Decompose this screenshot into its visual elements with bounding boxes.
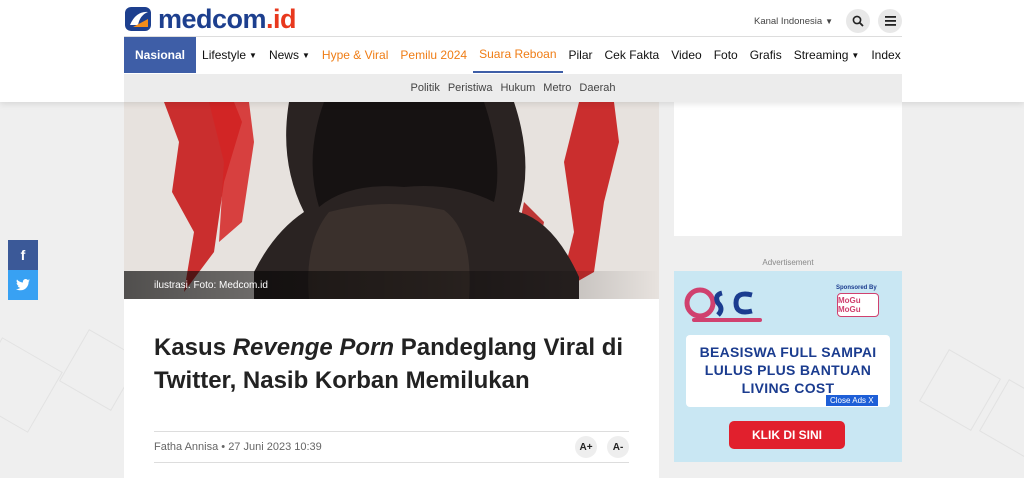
chevron-down-icon: ▼ bbox=[851, 50, 860, 60]
facebook-icon: f bbox=[20, 247, 26, 263]
nav-item-streaming[interactable]: Streaming ▼ bbox=[788, 37, 866, 73]
nav-item-cek-fakta[interactable]: Cek Fakta bbox=[599, 37, 666, 73]
search-button[interactable] bbox=[846, 9, 870, 33]
twitter-share-button[interactable] bbox=[8, 270, 38, 300]
ad-headline: BEASISWA FULL SAMPAI LULUS PLUS BANTUAN … bbox=[699, 344, 877, 396]
nav-item-video[interactable]: Video bbox=[665, 37, 707, 73]
sidebar-top-panel bbox=[674, 102, 902, 236]
nav-item-hype-viral[interactable]: Hype & Viral bbox=[316, 37, 394, 73]
hero-illustration bbox=[124, 102, 659, 299]
chevron-down-icon: ▼ bbox=[301, 50, 310, 60]
ad-sponsor-label: Sponsored By bbox=[836, 285, 877, 291]
nav-item-grafis[interactable]: Grafis bbox=[744, 37, 788, 73]
divider bbox=[154, 462, 629, 463]
menu-button[interactable] bbox=[878, 9, 902, 33]
subnav-item-daerah[interactable]: Daerah bbox=[575, 82, 619, 94]
article-meta: Fatha Annisa • 27 Juni 2023 10:39 bbox=[154, 441, 322, 453]
kanal-dropdown[interactable]: Kanal Indonesia ▼ bbox=[754, 16, 833, 27]
ad-banner[interactable]: Sponsored By MoGu MoGu BEASISWA FULL SAM… bbox=[674, 271, 902, 462]
logo-text: medcom.id bbox=[158, 3, 297, 34]
bg-hexagon bbox=[0, 337, 63, 433]
subnav-item-metro[interactable]: Metro bbox=[539, 82, 575, 94]
subnav-item-peristiwa[interactable]: Peristiwa bbox=[444, 82, 497, 94]
article-date: 27 Juni 2023 10:39 bbox=[228, 441, 322, 453]
advertisement-label: Advertisement bbox=[762, 258, 814, 267]
osc-logo-icon bbox=[684, 287, 762, 322]
close-ads-button[interactable]: Close Ads X bbox=[826, 395, 878, 406]
logo-icon bbox=[125, 7, 151, 31]
nav-item-suara-reboan[interactable]: Suara Reboan bbox=[473, 37, 563, 73]
image-caption: ilustrasi. Foto: Medcom.id bbox=[154, 280, 268, 291]
divider bbox=[154, 431, 629, 432]
subnav-item-hukum[interactable]: Hukum bbox=[496, 82, 539, 94]
site-header: medcom.id Kanal Indonesia ▼ Nasional Life… bbox=[0, 0, 1024, 102]
subnav-item-politik[interactable]: Politik bbox=[406, 82, 443, 94]
article-card: Kasus Revenge Porn Pandeglang Viral di T… bbox=[124, 299, 659, 478]
main-nav: Nasional Lifestyle ▼ News ▼ Hype & Viral P… bbox=[124, 37, 907, 73]
nav-item-news[interactable]: News ▼ bbox=[263, 37, 316, 73]
chevron-down-icon: ▼ bbox=[249, 50, 257, 60]
nav-item-foto[interactable]: Foto bbox=[708, 37, 744, 73]
nav-item-nasional[interactable]: Nasional bbox=[124, 37, 197, 73]
nav-item-lifestyle[interactable]: Lifestyle ▼ bbox=[196, 37, 263, 73]
font-increase-button[interactable]: A+ bbox=[575, 436, 597, 458]
font-decrease-button[interactable]: A- bbox=[607, 436, 629, 458]
nav-item-pilar[interactable]: Pilar bbox=[563, 37, 599, 73]
chevron-down-icon: ▼ bbox=[825, 17, 834, 26]
search-icon bbox=[852, 15, 864, 27]
hamburger-icon bbox=[884, 16, 896, 26]
hero-image: ilustrasi. Foto: Medcom.id bbox=[124, 102, 659, 299]
nav-item-index[interactable]: Index bbox=[865, 37, 906, 73]
article-title: Kasus Revenge Porn Pandeglang Viral di T… bbox=[154, 334, 624, 394]
site-logo[interactable]: medcom.id bbox=[124, 3, 297, 34]
sub-nav: Politik Peristiwa Hukum Metro Daerah bbox=[124, 74, 902, 102]
facebook-share-button[interactable]: f bbox=[8, 240, 38, 270]
ad-cta-button[interactable]: KLIK DI SINI bbox=[729, 421, 845, 449]
twitter-icon bbox=[16, 279, 30, 291]
sponsor-logo: MoGu MoGu bbox=[837, 293, 879, 317]
nav-item-pemilu-2024[interactable]: Pemilu 2024 bbox=[394, 37, 473, 73]
article-author[interactable]: Fatha Annisa bbox=[154, 441, 218, 453]
